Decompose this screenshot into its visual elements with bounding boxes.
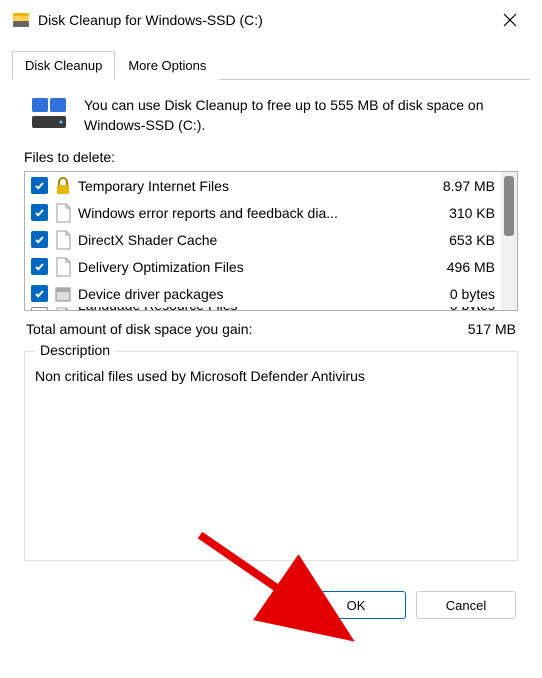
- file-checkbox[interactable]: [31, 231, 48, 248]
- file-checkbox[interactable]: [31, 177, 48, 194]
- file-row[interactable]: DirectX Shader Cache 653 KB: [25, 226, 501, 253]
- file-row[interactable]: Language Resource Files 0 bytes: [25, 307, 501, 310]
- total-value: 517 MB: [468, 321, 516, 337]
- titlebar: Disk Cleanup for Windows-SSD (C:): [0, 0, 542, 40]
- file-size: 0 bytes: [425, 286, 495, 302]
- scrollbar-thumb[interactable]: [504, 176, 514, 236]
- tab-disk-cleanup[interactable]: Disk Cleanup: [12, 51, 115, 80]
- tab-content: You can use Disk Cleanup to free up to 5…: [12, 80, 530, 573]
- file-row[interactable]: Windows error reports and feedback dia..…: [25, 199, 501, 226]
- file-name: DirectX Shader Cache: [78, 232, 419, 248]
- ok-button[interactable]: OK: [306, 591, 406, 619]
- tab-more-options[interactable]: More Options: [115, 51, 219, 80]
- file-name: Delivery Optimization Files: [78, 259, 419, 275]
- file-size: 8.97 MB: [425, 178, 495, 194]
- page-icon: [54, 257, 72, 277]
- description-group: Description Non critical files used by M…: [24, 351, 518, 561]
- files-to-delete-label: Files to delete:: [24, 149, 518, 165]
- file-size: 0 bytes: [425, 307, 495, 310]
- file-name: Windows error reports and feedback dia..…: [78, 205, 419, 221]
- file-name: Device driver packages: [78, 286, 419, 302]
- disk-cleanup-icon: [12, 11, 30, 29]
- file-checkbox[interactable]: [31, 307, 48, 310]
- cancel-button[interactable]: Cancel: [416, 591, 516, 619]
- lock-icon: [54, 176, 72, 196]
- file-checkbox[interactable]: [31, 285, 48, 302]
- file-row[interactable]: Delivery Optimization Files 496 MB: [25, 253, 501, 280]
- file-name: Language Resource Files: [78, 307, 419, 310]
- description-legend: Description: [35, 342, 115, 358]
- file-row[interactable]: Device driver packages 0 bytes: [25, 280, 501, 307]
- total-label: Total amount of disk space you gain:: [26, 321, 252, 337]
- page-icon: [54, 307, 72, 310]
- intro-text: You can use Disk Cleanup to free up to 5…: [84, 96, 518, 135]
- window-title: Disk Cleanup for Windows-SSD (C:): [38, 12, 490, 28]
- tab-bar: Disk Cleanup More Options: [12, 50, 530, 80]
- box-icon: [54, 284, 72, 304]
- close-button[interactable]: [490, 5, 530, 35]
- file-size: 496 MB: [425, 259, 495, 275]
- page-icon: [54, 230, 72, 250]
- scrollbar[interactable]: [501, 172, 517, 310]
- description-text: Non critical files used by Microsoft Def…: [35, 364, 507, 384]
- file-size: 310 KB: [425, 205, 495, 221]
- file-row[interactable]: Temporary Internet Files 8.97 MB: [25, 172, 501, 199]
- file-name: Temporary Internet Files: [78, 178, 419, 194]
- file-checkbox[interactable]: [31, 204, 48, 221]
- file-size: 653 KB: [425, 232, 495, 248]
- drive-icon: [30, 96, 70, 132]
- file-list: Temporary Internet Files 8.97 MB Windows e…: [24, 171, 518, 311]
- close-icon: [503, 13, 517, 27]
- page-icon: [54, 203, 72, 223]
- file-checkbox[interactable]: [31, 258, 48, 275]
